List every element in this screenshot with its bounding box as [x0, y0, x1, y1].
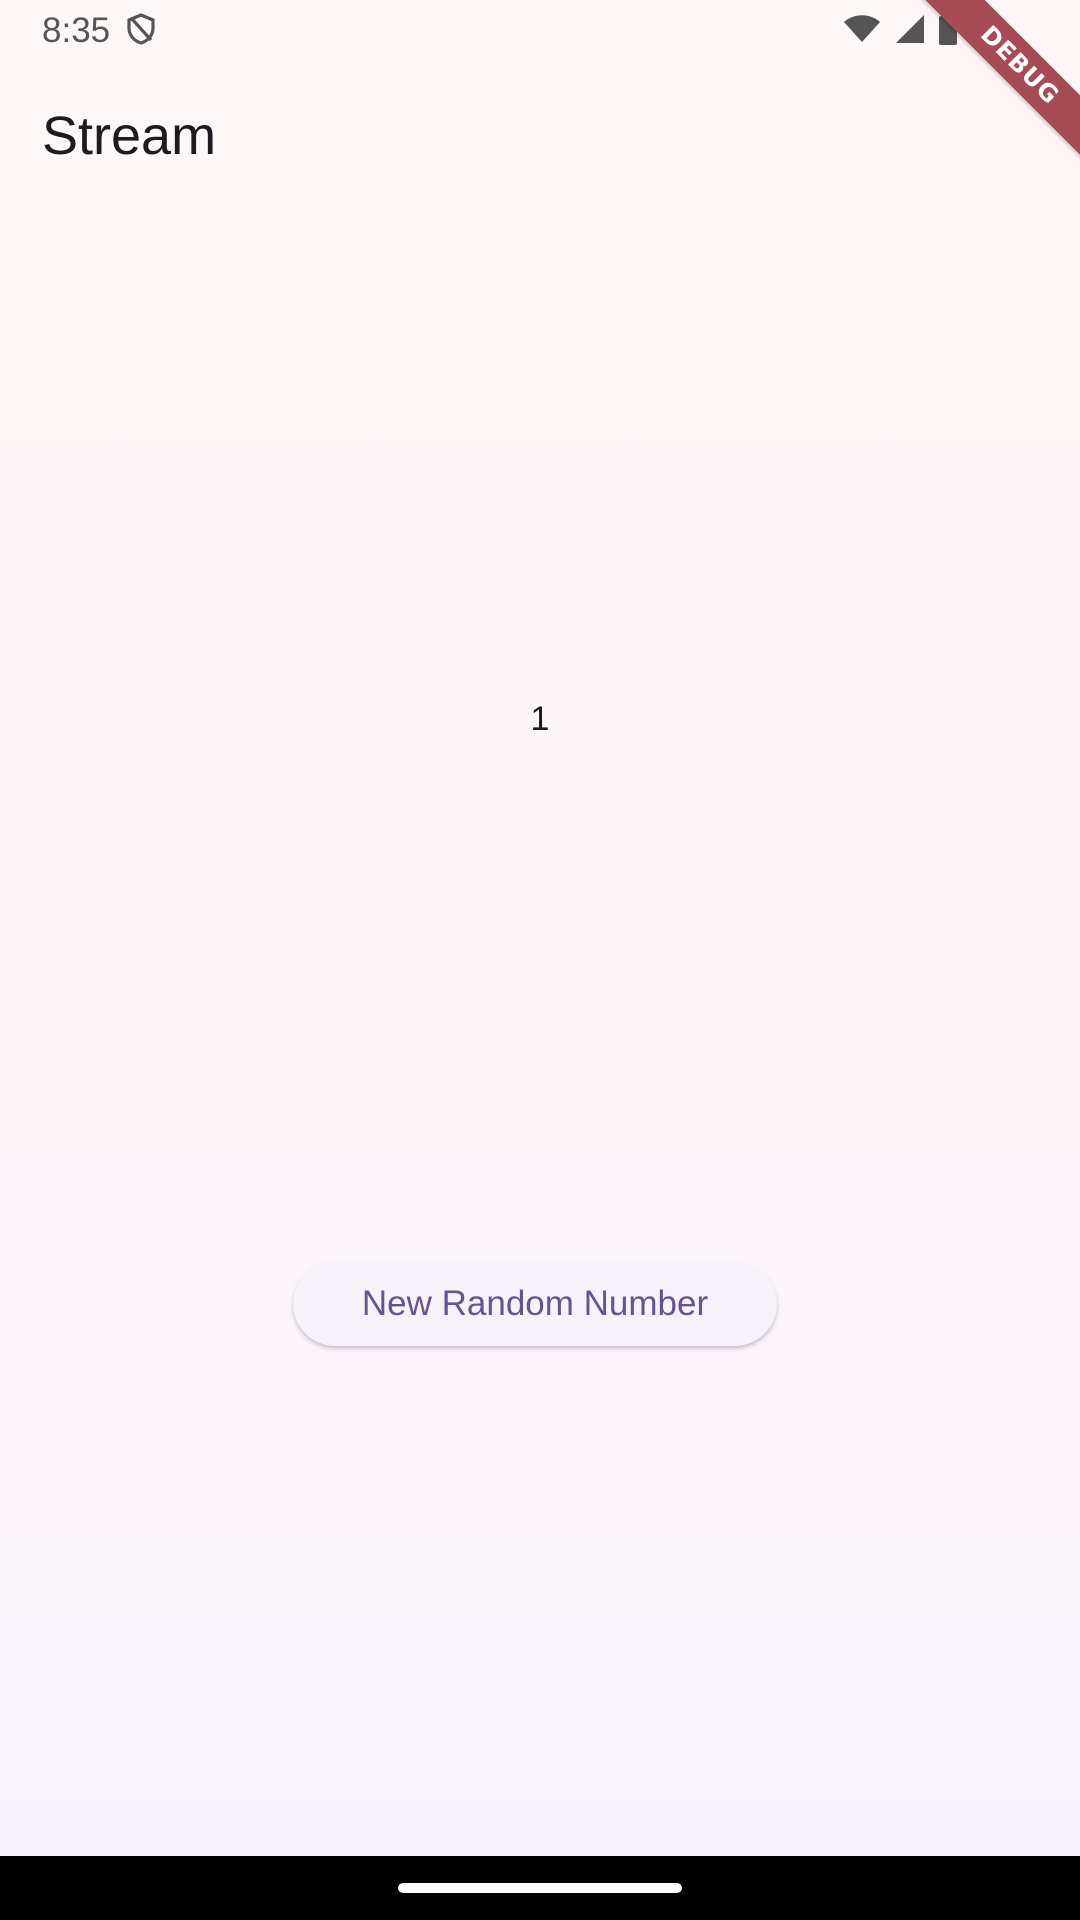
- home-gesture-handle[interactable]: [398, 1883, 682, 1893]
- app-screen: 8:35 DEBUG Stream 1 New Random Number: [0, 0, 1080, 1920]
- navigation-bar: [0, 1856, 1080, 1920]
- status-right: [842, 11, 958, 51]
- shield-icon: [126, 12, 156, 50]
- status-left: 8:35: [42, 11, 156, 51]
- page-title: Stream: [42, 106, 217, 166]
- new-random-number-button[interactable]: New Random Number: [293, 1262, 777, 1346]
- status-time: 8:35: [42, 11, 111, 50]
- random-number-display: 1: [530, 700, 550, 738]
- app-bar: Stream: [0, 62, 1080, 210]
- wifi-icon: [842, 14, 882, 49]
- status-bar: 8:35: [0, 0, 1080, 62]
- signal-icon: [894, 13, 926, 50]
